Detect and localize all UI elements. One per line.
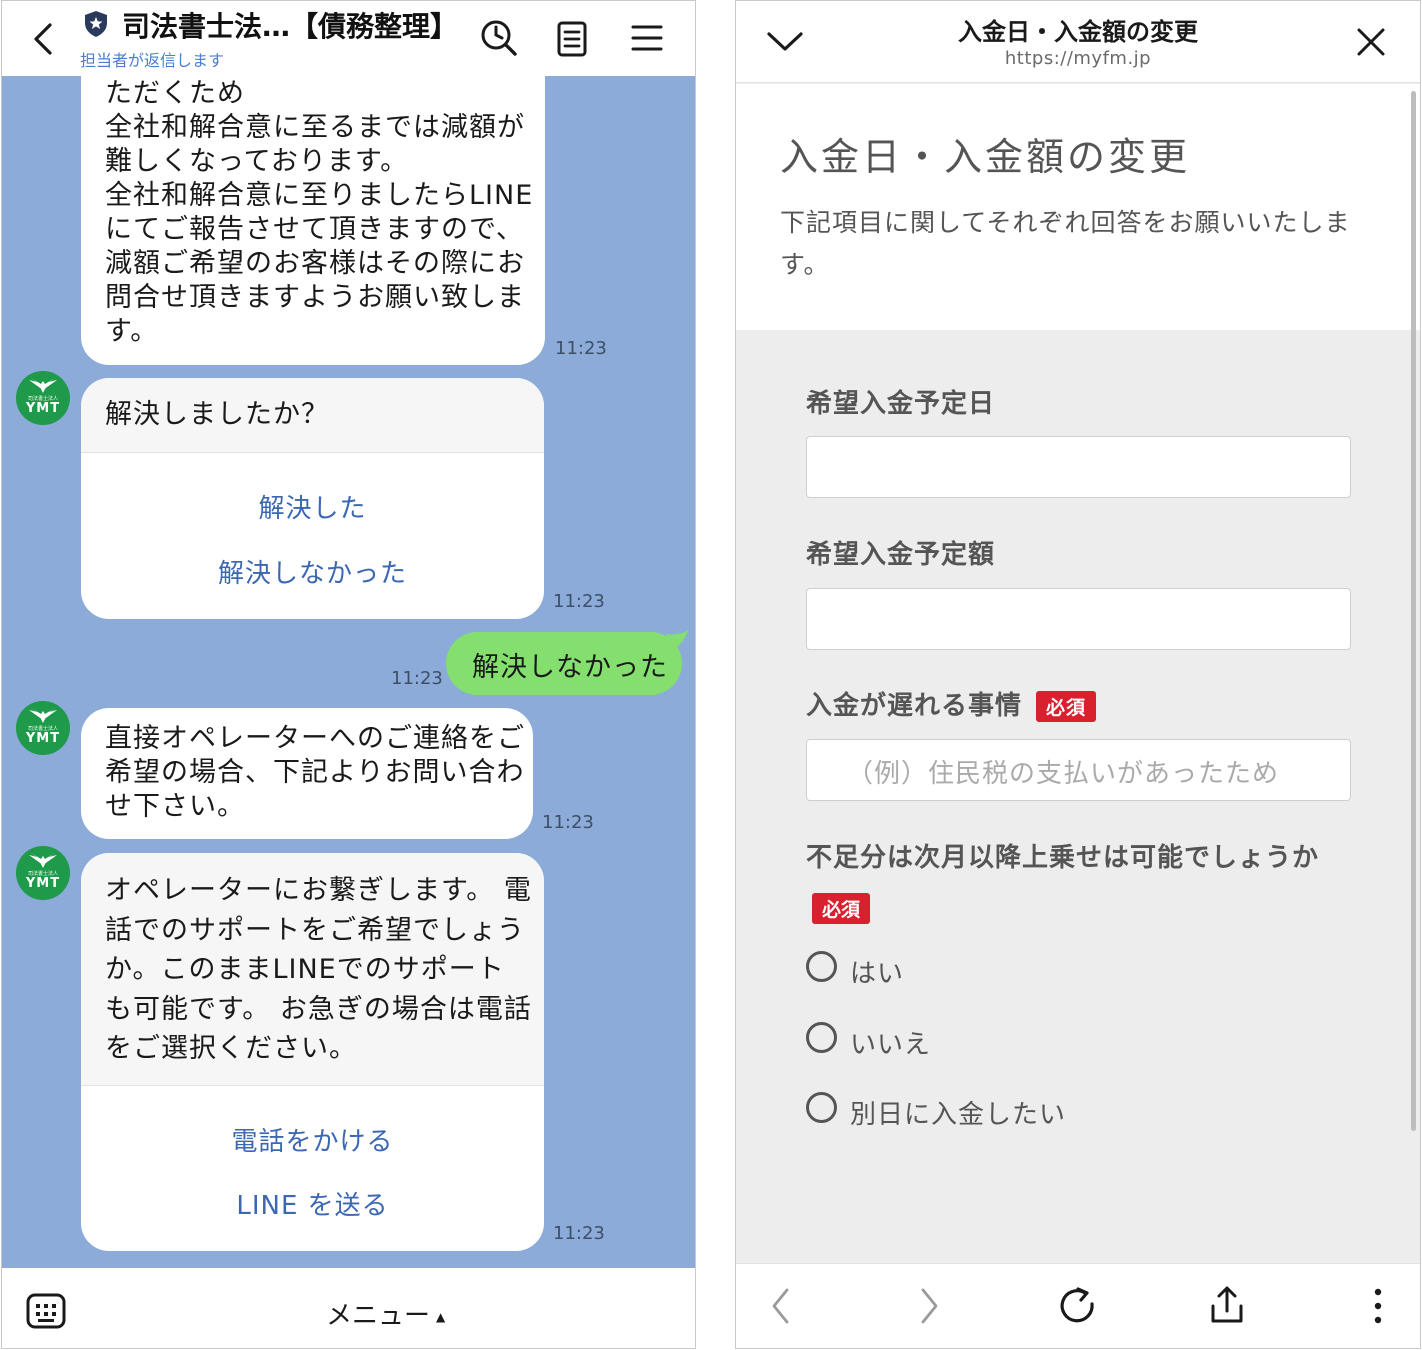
more-options-icon[interactable]	[1356, 1284, 1400, 1328]
share-icon[interactable]	[1205, 1284, 1249, 1328]
form-title: 入金日・入金額の変更	[780, 135, 1191, 179]
message-time: 11:23	[553, 591, 605, 612]
radio-circle[interactable]	[806, 1092, 837, 1123]
search-history-icon[interactable]	[478, 17, 520, 59]
browser-screen: 入金日・入金額の変更 https://myfm.jp 入金日・入金額の変更 下記…	[735, 0, 1421, 1349]
radio-label: いいえ	[850, 1030, 932, 1060]
message-text: 直接オペレーターへのご連絡をご 希望の場合、下記よりお問い合わ せ下さい。	[105, 723, 525, 822]
wing-logo-icon	[29, 708, 57, 723]
close-icon[interactable]	[1356, 27, 1386, 57]
chat-title: 司法書士法…【債務整理】	[122, 10, 459, 43]
radio-circle[interactable]	[806, 951, 837, 982]
divider	[81, 1085, 544, 1086]
chat-subtitle: 担当者が返信します	[80, 51, 225, 70]
wing-logo-icon	[29, 378, 57, 393]
form-intro: 入金日・入金額の変更 下記項目に関してそれぞれ回答をお願いいたします。	[736, 84, 1420, 330]
avatar-label: YMT	[25, 731, 61, 746]
required-badge: 必須	[812, 893, 871, 924]
delay-reason-input[interactable]: （例）住民税の支払いがあったため	[806, 739, 1351, 801]
verified-shield-icon	[85, 11, 107, 37]
notes-icon[interactable]	[552, 17, 594, 59]
field-label-reason: 入金が遅れる事情 必須	[806, 685, 1097, 722]
card-header: オペレーターにお繋ぎします。 電 話でのサポートをご希望でしょう か。このままL…	[81, 853, 544, 1085]
page-header-title: 入金日・入金額の変更	[958, 18, 1198, 46]
resolved-button[interactable]: 解決した	[81, 488, 544, 525]
forward-icon[interactable]	[906, 1284, 950, 1328]
card-message: オペレーターにお繋ぎします。 電 話でのサポートをご希望でしょう か。このままL…	[105, 875, 532, 1064]
reload-icon[interactable]	[1056, 1284, 1100, 1328]
back-icon[interactable]	[760, 1284, 804, 1328]
message-text: ただくため 全社和解合意に至るまでは減額が 難しくなっております。 全社和解合意…	[105, 78, 534, 347]
message-time: 11:23	[553, 1223, 605, 1244]
back-icon[interactable]	[28, 21, 58, 57]
quick-reply-card: 解決しましたか？ 解決した 解決しなかった	[81, 378, 544, 619]
field-label-date: 希望入金予定日	[806, 389, 996, 419]
avatar[interactable]: 司法書士法人 YMT	[16, 846, 70, 900]
chat-bottom-bar: メニュー ▲	[2, 1268, 695, 1348]
required-badge: 必須	[1036, 691, 1097, 722]
card-header: 解決しましたか？	[81, 378, 544, 452]
message-text: 解決しなかった	[472, 652, 668, 683]
browser-header: 入金日・入金額の変更 https://myfm.jp	[736, 1, 1420, 83]
message-time: 11:23	[542, 812, 594, 833]
radio-circle[interactable]	[806, 1022, 837, 1053]
rich-menu-toggle[interactable]: メニュー ▲	[326, 1295, 445, 1332]
chat-message-bubble: ただくため 全社和解合意に至るまでは減額が 難しくなっております。 全社和解合意…	[81, 41, 545, 365]
input-placeholder: （例）住民税の支払いがあったため	[847, 759, 1280, 789]
message-time: 11:23	[391, 668, 443, 689]
scrollbar[interactable]	[1411, 91, 1416, 1131]
avatar[interactable]: 司法書士法人 YMT	[16, 371, 70, 425]
reason-label-text: 入金が遅れる事情	[806, 691, 1023, 721]
message-time: 11:23	[555, 338, 607, 359]
radio-label: はい	[850, 959, 905, 989]
payment-amount-input[interactable]	[806, 588, 1351, 650]
card-question: 解決しましたか？	[105, 399, 329, 430]
question-label: 不足分は次月以降上乗せは可能でしょうか	[806, 843, 1320, 873]
radio-label: 別日に入金したい	[850, 1100, 1067, 1130]
avatar[interactable]: 司法書士法人 YMT	[16, 701, 70, 755]
user-message-bubble: 解決しなかった	[446, 632, 682, 695]
field-label-amount: 希望入金予定額	[806, 540, 996, 570]
form-description: 下記項目に関してそれぞれ回答をお願いいたします。	[780, 208, 1351, 279]
operator-card: オペレーターにお繋ぎします。 電 話でのサポートをご希望でしょう か。このままL…	[81, 853, 544, 1251]
avatar-label: YMT	[25, 876, 61, 891]
wing-logo-icon	[29, 853, 57, 868]
divider	[81, 452, 544, 453]
send-line-button[interactable]: LINE を送る	[81, 1185, 544, 1222]
page-url: https://myfm.jp	[1004, 48, 1152, 69]
menu-caret-icon: ▲	[436, 1309, 446, 1324]
menu-label: メニュー	[326, 1301, 431, 1331]
line-chat-screen: ただくため 全社和解合意に至るまでは減額が 難しくなっております。 全社和解合意…	[1, 0, 696, 1349]
menu-icon[interactable]	[626, 17, 668, 59]
not-resolved-button[interactable]: 解決しなかった	[81, 553, 544, 590]
payment-date-input[interactable]	[806, 436, 1351, 498]
browser-toolbar	[736, 1263, 1420, 1348]
chat-header: 司法書士法…【債務整理】 担当者が返信します	[2, 1, 695, 76]
call-phone-button[interactable]: 電話をかける	[81, 1121, 544, 1158]
keyboard-icon[interactable]	[26, 1293, 66, 1329]
avatar-label: YMT	[25, 401, 61, 416]
chat-message-bubble: 直接オペレーターへのご連絡をご 希望の場合、下記よりお問い合わ せ下さい。	[81, 708, 533, 839]
